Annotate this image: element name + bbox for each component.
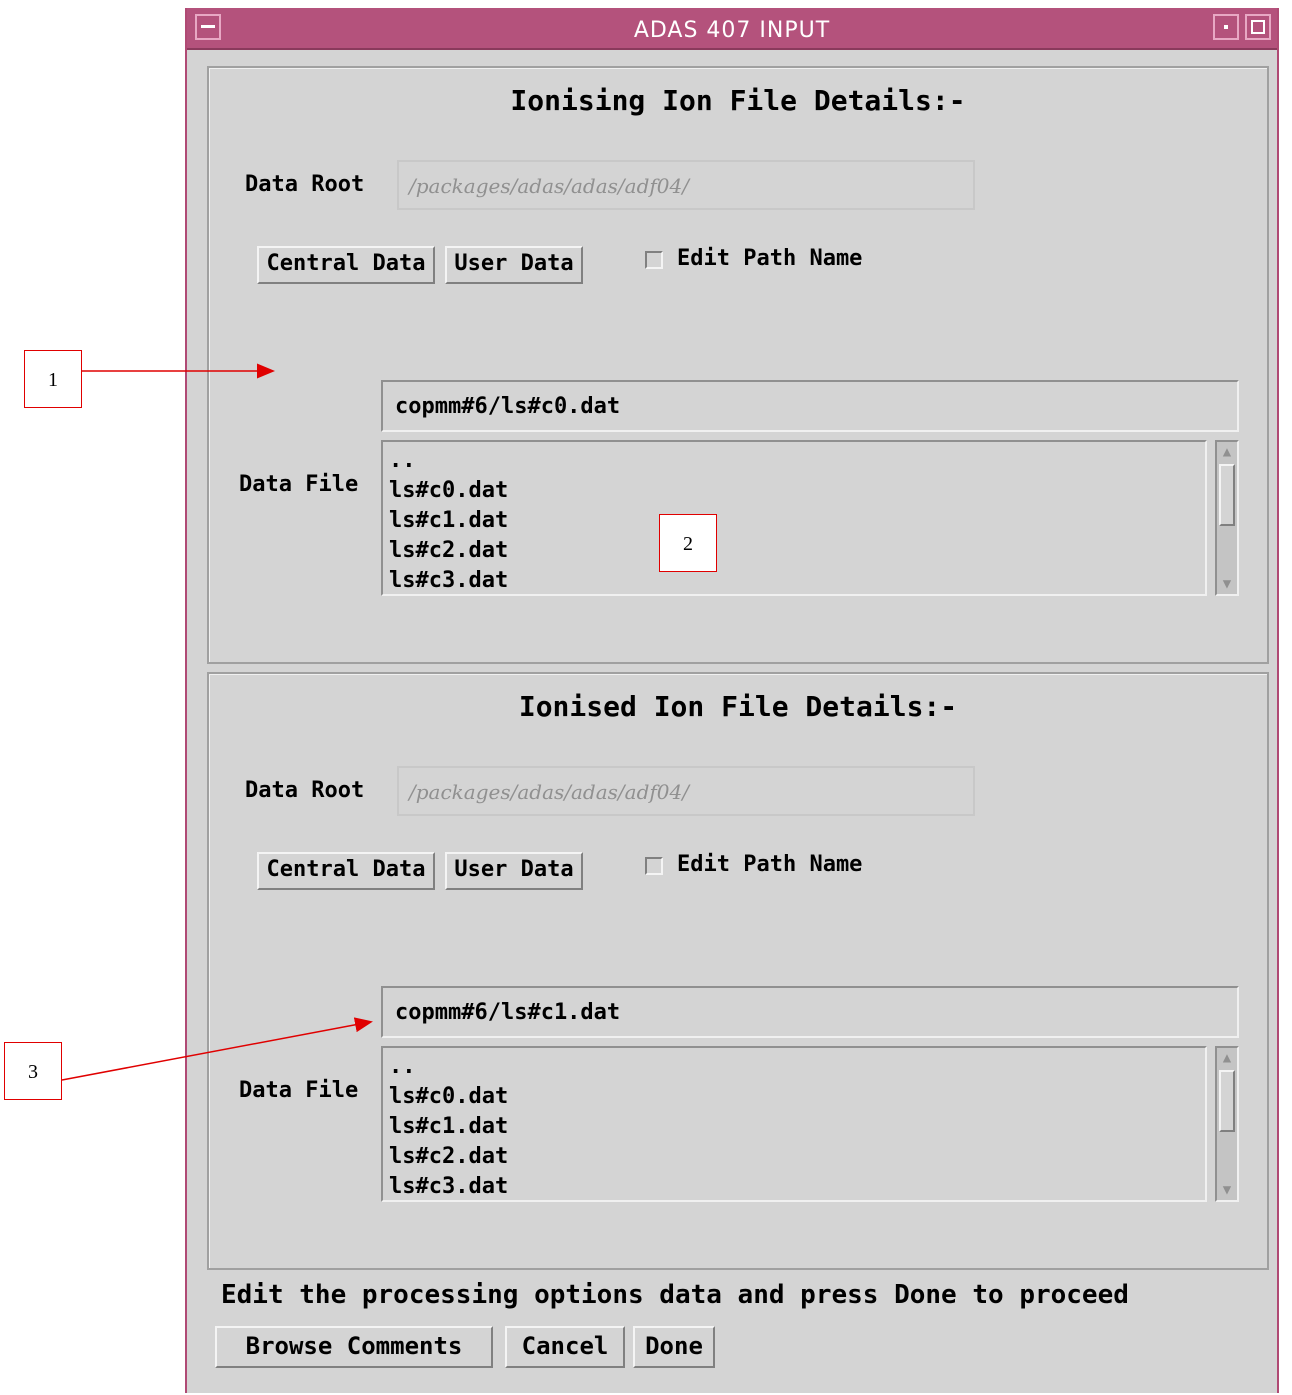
file-list: .. ls#c0.dat ls#c1.dat ls#c2.dat ls#c3.d…: [381, 1046, 1207, 1202]
section-heading: Ionised Ion File Details:-: [518, 690, 958, 723]
central-data-button[interactable]: Central Data: [257, 852, 435, 890]
file-list-scrollbar[interactable]: ▲ ▼: [1215, 1046, 1239, 1202]
data-root-field[interactable]: /packages/adas/adas/adf04/: [397, 766, 975, 816]
title-bar[interactable]: ADAS 407 INPUT: [187, 8, 1277, 50]
list-item[interactable]: ls#c3.dat: [389, 566, 1199, 596]
done-button[interactable]: Done: [633, 1326, 715, 1368]
status-message: Edit the processing options data and pre…: [221, 1280, 1129, 1310]
minimize-icon[interactable]: [1213, 14, 1239, 40]
edit-path-checkbox[interactable]: [645, 857, 663, 875]
central-data-button[interactable]: Central Data: [257, 246, 435, 284]
ionising-file-panel: Ionising Ion File Details:- Data Root /p…: [207, 66, 1269, 664]
list-item[interactable]: ..: [389, 446, 1199, 476]
data-file-input[interactable]: copmm#6/ls#c0.dat: [381, 380, 1239, 432]
edit-path-label: Edit Path Name: [677, 246, 863, 271]
adas-input-window: ADAS 407 INPUT Ionising Ion File Details…: [185, 8, 1279, 1393]
scroll-down-icon[interactable]: ▼: [1219, 575, 1235, 593]
browse-comments-button[interactable]: Browse Comments: [215, 1326, 493, 1368]
cancel-button[interactable]: Cancel: [505, 1326, 625, 1368]
callout-2: 2: [659, 514, 717, 572]
edit-path-checkbox[interactable]: [645, 251, 663, 269]
list-item[interactable]: ls#c3.dat: [389, 1172, 1199, 1202]
callout-1: 1: [24, 350, 82, 408]
scroll-thumb[interactable]: [1219, 464, 1235, 526]
data-file-label: Data File: [239, 472, 359, 497]
scroll-up-icon[interactable]: ▲: [1219, 1049, 1235, 1067]
data-file-input[interactable]: copmm#6/ls#c1.dat: [381, 986, 1239, 1038]
data-root-label: Data Root: [245, 778, 365, 803]
callout-3: 3: [4, 1042, 62, 1100]
section-heading: Ionising Ion File Details:-: [510, 84, 966, 117]
user-data-button[interactable]: User Data: [445, 852, 583, 890]
data-root-field[interactable]: /packages/adas/adas/adf04/: [397, 160, 975, 210]
scroll-up-icon[interactable]: ▲: [1219, 443, 1235, 461]
user-data-button[interactable]: User Data: [445, 246, 583, 284]
maximize-icon[interactable]: [1245, 14, 1271, 40]
list-item[interactable]: ls#c0.dat: [389, 1082, 1199, 1112]
ionised-file-panel: Ionised Ion File Details:- Data Root /pa…: [207, 672, 1269, 1270]
edit-path-label: Edit Path Name: [677, 852, 863, 877]
list-item[interactable]: ls#c0.dat: [389, 476, 1199, 506]
scroll-down-icon[interactable]: ▼: [1219, 1181, 1235, 1199]
file-list: .. ls#c0.dat ls#c1.dat ls#c2.dat ls#c3.d…: [381, 440, 1207, 596]
list-item[interactable]: ls#c1.dat: [389, 506, 1199, 536]
list-item[interactable]: ls#c2.dat: [389, 1142, 1199, 1172]
data-file-label: Data File: [239, 1078, 359, 1103]
scroll-thumb[interactable]: [1219, 1070, 1235, 1132]
list-item[interactable]: ls#c2.dat: [389, 536, 1199, 566]
list-item[interactable]: ..: [389, 1052, 1199, 1082]
file-list-scrollbar[interactable]: ▲ ▼: [1215, 440, 1239, 596]
window-title: ADAS 407 INPUT: [633, 18, 831, 43]
data-root-label: Data Root: [245, 172, 365, 197]
list-item[interactable]: ls#c1.dat: [389, 1112, 1199, 1142]
